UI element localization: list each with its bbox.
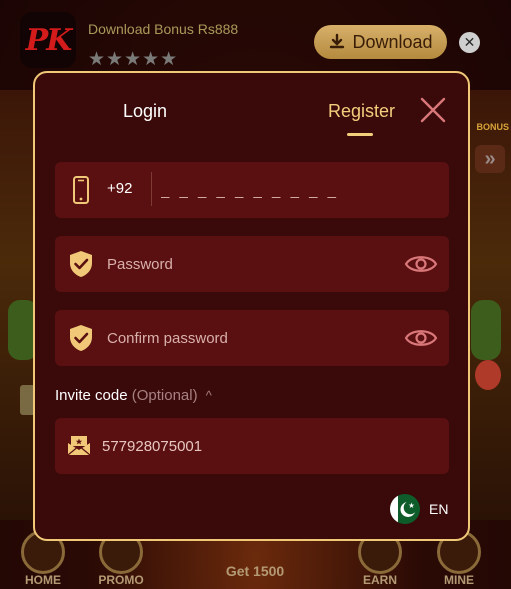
- country-code[interactable]: +92: [107, 180, 132, 197]
- app-logo: PK: [20, 12, 76, 68]
- background-decoration: [475, 360, 501, 390]
- chevron-up-icon: ^: [205, 388, 212, 403]
- active-tab-indicator: [347, 133, 373, 136]
- nav-promo-label: PROMO: [98, 573, 144, 587]
- invite-code-input[interactable]: [102, 418, 402, 474]
- nav-center-label: Get 1500: [225, 563, 285, 579]
- field-divider: [151, 172, 152, 206]
- tab-register[interactable]: Register: [328, 101, 395, 122]
- shield-icon: [70, 325, 92, 351]
- nav-home-label: HOME: [25, 573, 61, 587]
- close-banner-icon[interactable]: ✕: [459, 32, 480, 53]
- envelope-icon: [67, 436, 91, 456]
- language-code: EN: [429, 501, 449, 517]
- eye-icon[interactable]: [404, 250, 438, 278]
- invite-code-field: [55, 418, 449, 474]
- background-decoration: [471, 300, 501, 360]
- register-modal: Login Register +92 _ _ _ _ _ _ _ _ _ _ I…: [33, 71, 470, 541]
- phone-icon: [73, 176, 89, 204]
- invite-code-label: Invite code: [55, 387, 128, 404]
- confirm-password-input[interactable]: [107, 310, 387, 366]
- download-icon: [330, 33, 345, 49]
- banner-title: Download Bonus Rs888: [88, 21, 239, 37]
- language-selector[interactable]: EN: [390, 494, 448, 524]
- invite-code-toggle[interactable]: Invite code (Optional) ^: [55, 387, 212, 404]
- chevron-right-icon[interactable]: »: [475, 145, 505, 173]
- nav-mine-label: MINE: [444, 573, 474, 587]
- nav-earn-label: EARN: [362, 573, 397, 587]
- rating-stars: ★★★★★: [88, 49, 179, 70]
- download-button[interactable]: Download: [314, 25, 447, 59]
- phone-input[interactable]: [161, 162, 431, 218]
- background-right-panel: BONUS »: [467, 90, 511, 520]
- shield-icon: [70, 251, 92, 277]
- download-label: Download: [352, 31, 433, 52]
- phone-field: +92: [55, 162, 449, 218]
- background-left-panel: [0, 90, 38, 520]
- eye-icon[interactable]: [404, 324, 438, 352]
- close-icon[interactable]: [419, 96, 447, 124]
- download-banner: PK Download Bonus Rs888 ★★★★★ Download ✕: [0, 0, 511, 72]
- optional-label: (Optional): [131, 387, 198, 404]
- password-input[interactable]: [107, 236, 387, 292]
- nav-center[interactable]: Get 1500: [190, 550, 320, 579]
- pakistan-flag-icon: [390, 494, 420, 524]
- confirm-password-field: [55, 310, 449, 366]
- tab-login[interactable]: Login: [123, 101, 167, 122]
- password-field: [55, 236, 449, 292]
- bonus-label: BONUS: [476, 122, 509, 132]
